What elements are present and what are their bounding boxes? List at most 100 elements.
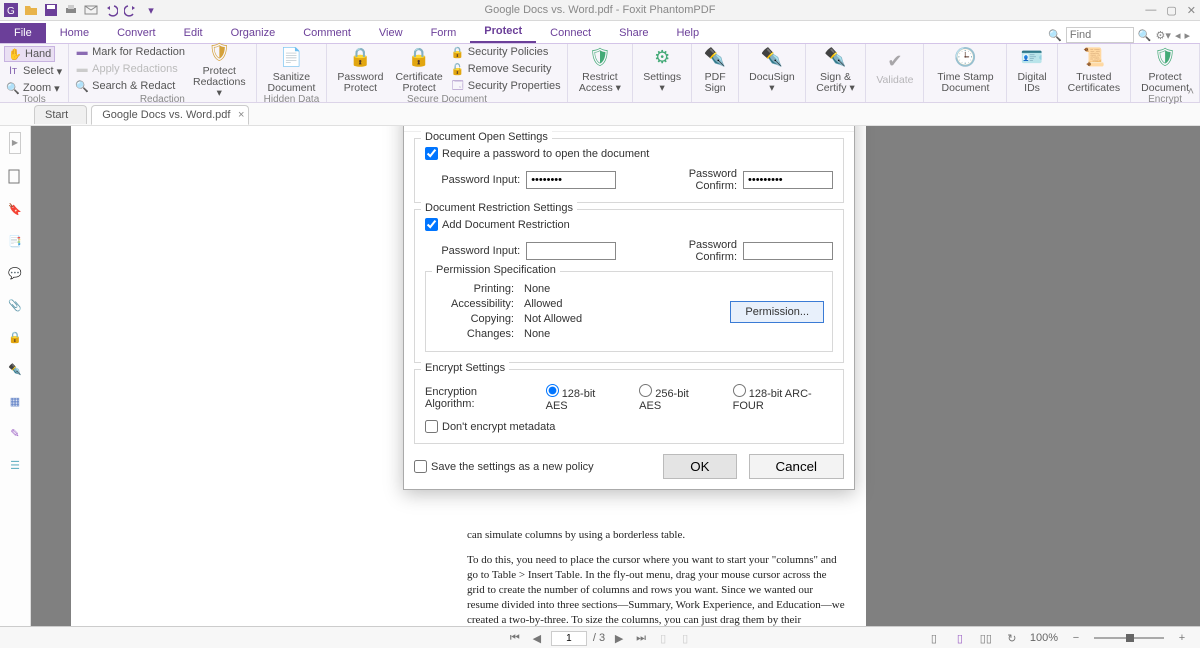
single-page-icon[interactable]: ▯: [926, 632, 942, 645]
apply-redactions-button[interactable]: ▬Apply Redactions: [73, 61, 187, 77]
dialog-close-icon[interactable]: ×: [838, 126, 846, 127]
tab-help[interactable]: Help: [662, 23, 713, 43]
last-page-icon[interactable]: ⏭: [633, 632, 649, 645]
encryption-algorithm-label: Encryption Algorithm:: [425, 386, 520, 410]
redo-icon[interactable]: [124, 3, 138, 17]
radio-128-aes[interactable]: 128-bit AES: [546, 384, 614, 412]
nav-next-result-icon[interactable]: ▸: [1184, 29, 1190, 42]
ok-button[interactable]: OK: [663, 454, 736, 479]
doctab-start[interactable]: Start: [34, 105, 87, 124]
sign-certify-button[interactable]: ✒️Sign & Certify ▾: [810, 45, 862, 94]
tab-convert[interactable]: Convert: [103, 23, 170, 43]
bookmarks-panel-icon[interactable]: 🔖: [6, 200, 24, 218]
hand-tool[interactable]: ✋Hand: [4, 46, 55, 62]
dont-encrypt-metadata-checkbox[interactable]: Don't encrypt metadata: [425, 420, 833, 433]
qat-dropdown-icon[interactable]: ▾: [144, 3, 158, 17]
sanitize-button[interactable]: 📄Sanitize Document: [261, 45, 323, 94]
comments-panel-icon[interactable]: 💬: [6, 264, 24, 282]
protect-redactions-icon: 🛡: [206, 39, 232, 65]
page-text: can simulate columns by using a borderle…: [467, 528, 846, 626]
digital-ids-button[interactable]: 🪪Digital IDs: [1011, 45, 1052, 94]
docusign-button[interactable]: ✒️DocuSign▾: [743, 45, 801, 94]
tab-comment[interactable]: Comment: [289, 23, 365, 43]
policies-icon: 🔒: [451, 45, 465, 59]
nav-prev-result-icon[interactable]: ◂: [1175, 29, 1181, 42]
facing-page-icon[interactable]: ▯▯: [978, 632, 994, 645]
prev-page-icon[interactable]: ◀: [529, 632, 545, 645]
zoom-icon: 🔍: [6, 81, 20, 95]
workspace: ▶ 🔖 📑 💬 📎 🔒 ✒️ ▦ ✎ ☰ can simulate column…: [0, 126, 1200, 626]
first-page-icon[interactable]: ⏮: [507, 632, 523, 645]
tab-file[interactable]: File: [0, 23, 46, 43]
view-mode-a-icon[interactable]: ▯: [655, 632, 671, 645]
pdf-sign-button[interactable]: ✒️PDF Sign: [696, 45, 734, 94]
tab-home[interactable]: Home: [46, 23, 103, 43]
open-password-input[interactable]: [526, 171, 616, 189]
security-policies-button[interactable]: 🔒Security Policies: [449, 44, 563, 60]
tags-panel-icon[interactable]: ✎: [6, 424, 24, 442]
settings-icon: ⚙: [649, 45, 675, 71]
restrict-password-input[interactable]: [526, 242, 616, 260]
tab-protect[interactable]: Protect: [470, 21, 536, 43]
page-input[interactable]: [551, 631, 587, 646]
permission-button[interactable]: Permission...: [730, 301, 824, 323]
tab-share[interactable]: Share: [605, 23, 662, 43]
unlock-icon: 🔓: [451, 62, 465, 76]
expand-panel-icon[interactable]: ▶: [9, 132, 21, 154]
find-go-icon[interactable]: 🔍: [1138, 29, 1152, 42]
save-icon[interactable]: [44, 3, 58, 17]
trusted-certs-button[interactable]: 📜Trusted Certificates: [1062, 45, 1127, 94]
document-canvas[interactable]: can simulate columns by using a borderle…: [31, 126, 1200, 626]
open-icon[interactable]: [24, 3, 38, 17]
cancel-button[interactable]: Cancel: [749, 454, 845, 479]
select-tool[interactable]: IᴛSelect ▾: [4, 63, 64, 79]
remove-security-button[interactable]: 🔓Remove Security: [449, 61, 563, 77]
signatures-panel-icon[interactable]: ✒️: [6, 360, 24, 378]
timestamp-button[interactable]: 🕒Time Stamp Document: [928, 45, 1002, 94]
doctab-document[interactable]: Google Docs vs. Word.pdf×: [91, 105, 249, 125]
radio-128-arc[interactable]: 128-bit ARC-FOUR: [733, 384, 833, 412]
certificate-protect-button[interactable]: 🔒Certificate Protect: [389, 45, 448, 94]
find-settings-icon[interactable]: ⚙▾: [1156, 29, 1171, 42]
pages-panel-icon[interactable]: [6, 168, 24, 186]
security-panel-icon[interactable]: 🔒: [6, 328, 24, 346]
minimize-icon[interactable]: —: [1145, 4, 1156, 17]
tab-view[interactable]: View: [365, 23, 417, 43]
zoom-out-icon[interactable]: −: [1068, 632, 1084, 644]
security-properties-button[interactable]: 🗔Security Properties: [449, 78, 563, 94]
close-tab-icon[interactable]: ×: [238, 109, 244, 121]
tab-form[interactable]: Form: [417, 23, 471, 43]
open-password-confirm-input[interactable]: [743, 171, 833, 189]
layers-panel-icon[interactable]: 📑: [6, 232, 24, 250]
maximize-icon[interactable]: ▢: [1166, 4, 1176, 17]
next-page-icon[interactable]: ▶: [611, 632, 627, 645]
view-mode-b-icon[interactable]: ▯: [677, 632, 693, 645]
tab-connect[interactable]: Connect: [536, 23, 605, 43]
protect-redactions-button[interactable]: 🛡Protect Redactions ▾: [187, 39, 252, 99]
print-icon[interactable]: [64, 3, 78, 17]
fields-panel-icon[interactable]: ▦: [6, 392, 24, 410]
zoom-in-icon[interactable]: +: [1174, 632, 1190, 644]
search-redact-button[interactable]: 🔍Search & Redact: [73, 78, 187, 94]
restrict-password-confirm-input[interactable]: [743, 242, 833, 260]
find-box[interactable]: 🔍 🔍 ⚙▾ ◂ ▸: [1048, 27, 1200, 43]
mark-redaction-button[interactable]: ▬Mark for Redaction: [73, 44, 187, 60]
collapse-ribbon-icon[interactable]: ˄: [1188, 86, 1194, 98]
undo-icon[interactable]: [104, 3, 118, 17]
restrict-access-button[interactable]: 🛡Restrict Access ▾: [572, 45, 629, 94]
attachments-panel-icon[interactable]: 📎: [6, 296, 24, 314]
settings-button[interactable]: ⚙Settings▾: [637, 45, 687, 94]
zoom-slider[interactable]: [1094, 637, 1164, 639]
radio-256-aes[interactable]: 256-bit AES: [639, 384, 707, 412]
add-restriction-checkbox[interactable]: Add Document Restriction: [425, 218, 833, 231]
protect-doc-button[interactable]: 🛡Protect Document: [1135, 45, 1195, 94]
continuous-page-icon[interactable]: ▯: [952, 632, 968, 645]
save-as-policy-checkbox[interactable]: Save the settings as a new policy: [414, 460, 594, 473]
email-icon[interactable]: [84, 3, 98, 17]
require-open-password-checkbox[interactable]: Require a password to open the document: [425, 147, 833, 160]
password-protect-button[interactable]: 🔒Password Protect: [331, 45, 389, 94]
order-panel-icon[interactable]: ☰: [6, 456, 24, 474]
find-input[interactable]: [1066, 27, 1134, 43]
rotate-icon[interactable]: ↻: [1004, 632, 1020, 645]
close-window-icon[interactable]: ✕: [1187, 4, 1196, 17]
